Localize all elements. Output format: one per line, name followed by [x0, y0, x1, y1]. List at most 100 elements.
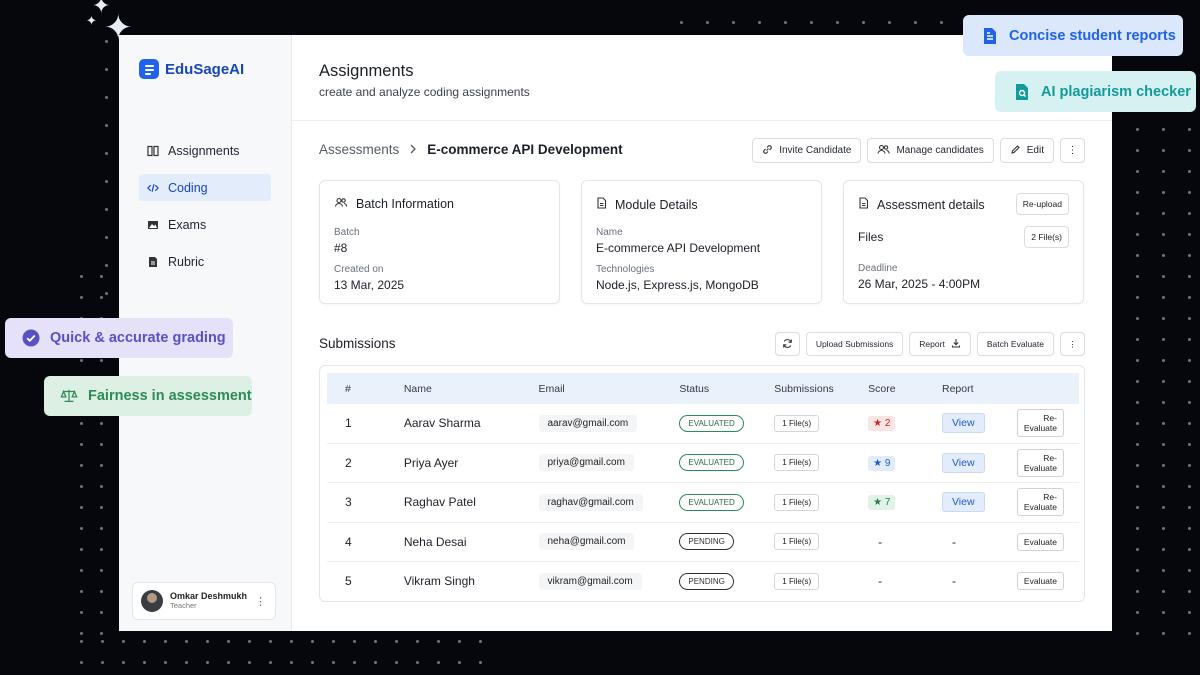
score-value: -	[878, 574, 883, 589]
student-name: Raghav Patel	[403, 482, 539, 523]
feature-concise-student-reports: Concise student reports	[963, 15, 1183, 56]
row-number: 2	[327, 443, 404, 483]
manage-candidates-button[interactable]: Manage candidates	[867, 138, 994, 163]
row-number: 5	[345, 574, 352, 589]
column-header: #	[345, 382, 351, 395]
assessment-details-card: Assessment details Re-upload Files 2 Fil…	[843, 180, 1084, 304]
technologies-value: Node.js, Express.js, MongoDB	[596, 278, 759, 292]
status-badge: EVALUATED	[679, 414, 744, 432]
more-vertical-icon: ⋮	[1067, 145, 1078, 156]
column-header: Status	[679, 382, 710, 395]
feature-ai-plagiarism-checker: AI plagiarism checker	[995, 71, 1196, 112]
sparkle-icon: ✦	[86, 14, 97, 29]
edit-button[interactable]: Edit	[999, 138, 1054, 163]
main-content: Assignments create and analyze coding as…	[292, 35, 1112, 631]
technologies-label: Technologies	[596, 264, 655, 275]
divider	[292, 120, 1112, 121]
refresh-icon	[782, 338, 793, 351]
invite-candidate-label: Invite Candidate	[779, 145, 852, 156]
sidebar-item-exams[interactable]: Exams	[139, 211, 271, 238]
image-icon	[147, 219, 159, 231]
pencil-icon	[1010, 144, 1021, 158]
feature-fairness-in-assessment: Fairness in assessment	[44, 376, 252, 416]
column-header: Submissions	[774, 382, 834, 395]
edit-label: Edit	[1026, 145, 1044, 156]
upload-submissions-button[interactable]: Upload Submissions	[805, 332, 904, 356]
status-badge: PENDING	[679, 572, 734, 590]
table-row: 1 Aarav Sharma aarav@gmail.com EVALUATED 1 F…	[327, 404, 1079, 444]
evaluate-button[interactable]: Evaluate	[1016, 532, 1064, 551]
more-vertical-icon[interactable]: ⋮	[255, 595, 266, 608]
user-role: Teacher	[170, 600, 197, 610]
status-badge: EVALUATED	[679, 493, 744, 511]
student-email: raghav@gmail.com	[538, 493, 643, 511]
column-header: Score	[868, 382, 896, 395]
sidebar-item-coding[interactable]: Coding	[139, 174, 271, 201]
student-email: aarav@gmail.com	[538, 414, 638, 432]
submission-files-button[interactable]: 1 File(s)	[774, 493, 820, 511]
sidebar-item-label: Coding	[168, 180, 208, 195]
score-value: 7	[884, 497, 891, 509]
submissions-title: Submissions	[319, 336, 396, 351]
sidebar-item-assignments[interactable]: Assignments	[139, 137, 271, 164]
student-name: Priya Ayer	[403, 443, 539, 483]
user-card[interactable]: Omkar Deshmukh Teacher ⋮	[132, 582, 276, 620]
submission-files-button[interactable]: 1 File(s)	[774, 454, 820, 472]
page-title: Assignments	[319, 62, 414, 80]
report-download-button[interactable]: Report	[909, 332, 971, 356]
submission-files-button[interactable]: 1 File(s)	[774, 533, 820, 551]
view-report-button[interactable]: View	[941, 413, 985, 434]
star-icon: ★	[873, 418, 883, 430]
report-label: Report	[919, 339, 945, 349]
brand[interactable]: EduSageAI	[139, 59, 244, 79]
files-label: Files	[858, 230, 884, 244]
student-name: Aarav Sharma	[403, 404, 539, 444]
card-title: Module Details	[615, 197, 698, 212]
created-on-label: Created on	[334, 264, 384, 275]
view-report-button[interactable]: View	[941, 492, 985, 513]
module-details-card: Module Details Name E-commerce API Devel…	[581, 180, 822, 304]
brand-name: EduSageAI	[165, 60, 245, 78]
more-options-button[interactable]: ⋮	[1060, 138, 1085, 163]
evaluate-button[interactable]: Evaluate	[1016, 572, 1064, 591]
table-header-row: # Name Email Status Submissions Score Re…	[327, 373, 1079, 404]
batch-value: #8	[334, 241, 348, 255]
refresh-button[interactable]	[774, 332, 800, 356]
score-badge: ★ 7	[868, 495, 896, 511]
score-badge: ★ 9	[868, 455, 896, 471]
score-value: -	[878, 534, 883, 549]
more-options-button[interactable]: ⋮	[1060, 332, 1085, 356]
student-name: Neha Desai	[403, 522, 539, 562]
re-upload-button[interactable]: Re-upload	[1015, 193, 1069, 215]
star-icon: ★	[873, 497, 883, 509]
deadline-value: 26 Mar, 2025 - 4:00PM	[858, 277, 981, 291]
star-icon: ★	[873, 457, 883, 469]
batch-information-card: Batch Information Batch #8 Created on 13…	[319, 180, 560, 304]
breadcrumb-root-link[interactable]: Assessments	[319, 142, 399, 157]
invite-candidate-button[interactable]: Invite Candidate	[752, 138, 862, 163]
student-email: neha@gmail.com	[538, 533, 635, 551]
submission-files-button[interactable]: 1 File(s)	[774, 572, 820, 590]
info-cards: Batch Information Batch #8 Created on 13…	[319, 180, 1084, 304]
student-email: vikram@gmail.com	[538, 572, 642, 590]
chevron-right-icon	[409, 143, 417, 157]
row-number: 4	[327, 522, 404, 562]
re-evaluate-button[interactable]: Re-Evaluate	[1016, 409, 1064, 438]
created-on-value: 13 Mar, 2025	[334, 278, 405, 292]
avatar	[141, 590, 163, 612]
column-header: Email	[538, 382, 565, 395]
sidebar-item-rubric[interactable]: Rubric	[139, 248, 271, 275]
submission-files-button[interactable]: 1 File(s)	[774, 414, 820, 432]
re-evaluate-button[interactable]: Re-Evaluate	[1016, 448, 1064, 477]
status-badge: EVALUATED	[679, 454, 744, 472]
feature-label: AI plagiarism checker	[1041, 83, 1191, 100]
users-icon	[334, 197, 348, 211]
users-icon	[877, 144, 891, 158]
link-icon	[762, 144, 773, 158]
batch-evaluate-button[interactable]: Batch Evaluate	[976, 332, 1054, 356]
breadcrumb: Assessments E-commerce API Development	[319, 142, 623, 157]
table-row: 2 Priya Ayer priya@gmail.com EVALUATED 1 Fil…	[327, 443, 1079, 483]
re-evaluate-button[interactable]: Re-Evaluate	[1016, 488, 1064, 517]
view-report-button[interactable]: View	[941, 452, 985, 473]
files-count-button[interactable]: 2 File(s)	[1024, 226, 1069, 248]
